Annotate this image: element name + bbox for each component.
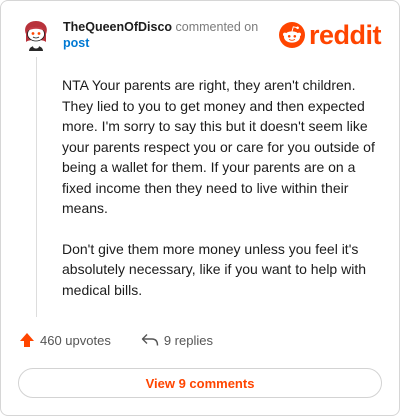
reddit-logo[interactable]: reddit [279, 20, 382, 50]
replies-button[interactable]: 9 replies [141, 333, 213, 348]
comment-header: TheQueenOfDisco commented on post [63, 19, 278, 51]
post-link[interactable]: post [63, 36, 89, 50]
comment-actions: 460 upvotes 9 replies [19, 332, 213, 348]
comment-card: TheQueenOfDisco commented on post reddit… [0, 0, 400, 416]
view-comments-button[interactable]: View 9 comments [18, 368, 382, 398]
reply-count: 9 replies [163, 332, 213, 348]
comment-action-text: commented on [172, 20, 259, 34]
reddit-snoo-icon [279, 22, 305, 48]
comment-body: NTA Your parents are right, they aren't … [62, 75, 384, 320]
reply-arrow-icon [141, 334, 159, 346]
upvote-arrow-icon [20, 333, 34, 347]
thread-line [36, 57, 37, 317]
comment-paragraph: NTA Your parents are right, they aren't … [62, 77, 375, 216]
avatar[interactable] [19, 18, 53, 52]
snoo-avatar-icon [25, 21, 47, 51]
upvote-count: 460 upvotes [40, 332, 111, 348]
comment-paragraph: Don't give them more money unless you fe… [62, 240, 367, 298]
upvote-button[interactable]: 460 upvotes [19, 332, 111, 348]
username[interactable]: TheQueenOfDisco [63, 20, 172, 34]
reddit-wordmark: reddit [309, 20, 382, 50]
